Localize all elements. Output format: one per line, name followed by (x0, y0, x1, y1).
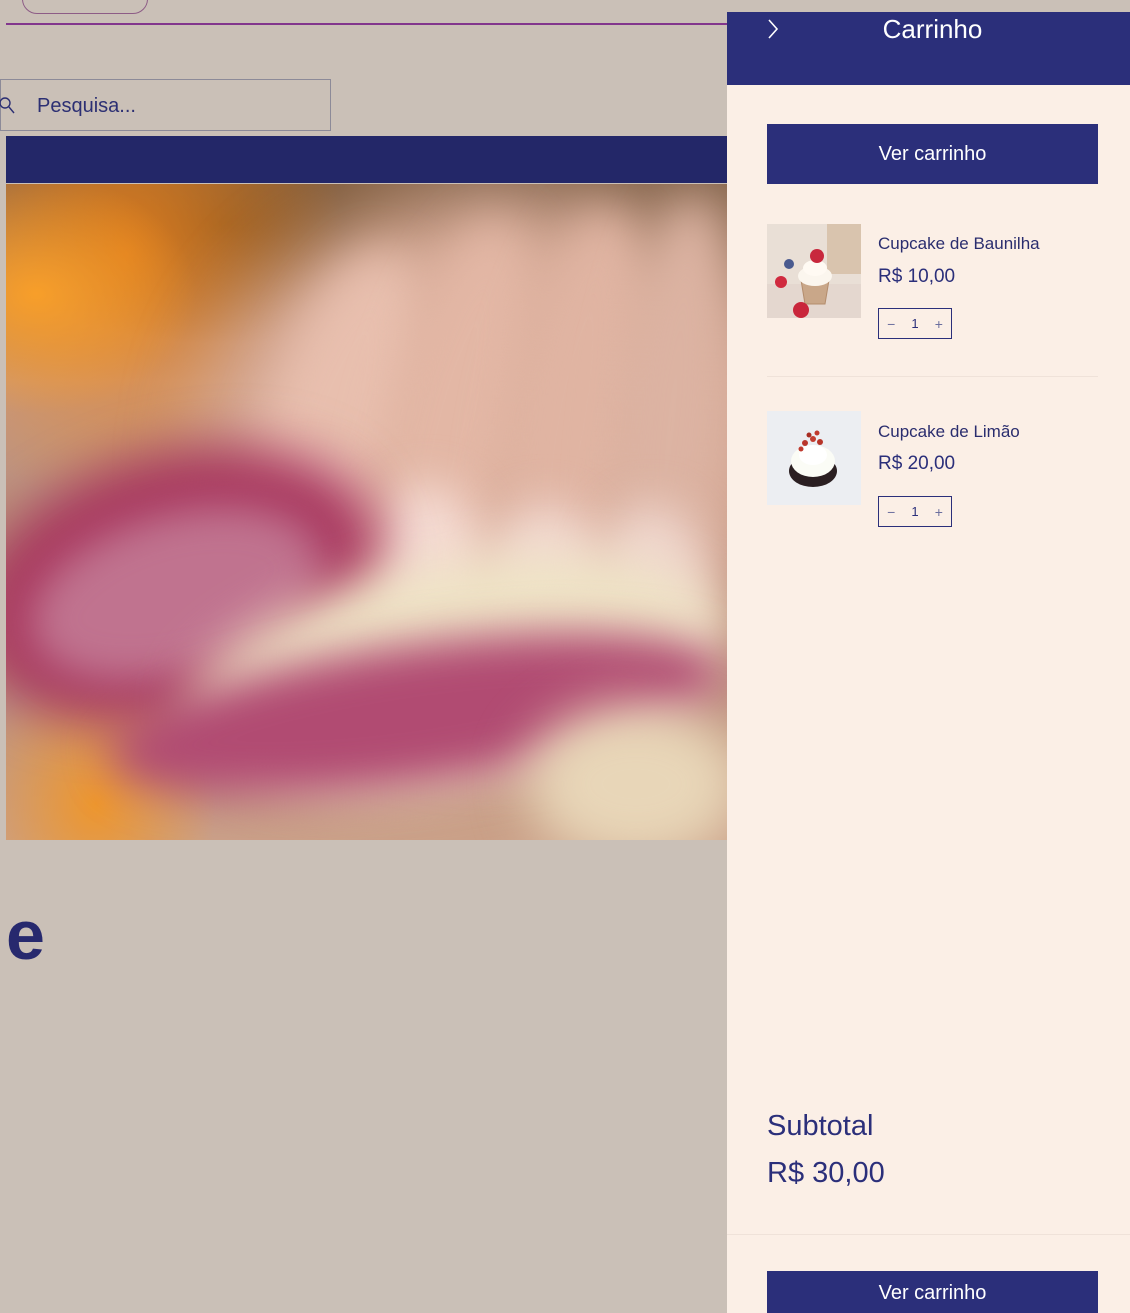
cart-title: Carrinho (882, 14, 983, 44)
footer-divider (727, 1234, 1130, 1235)
header-pill-button[interactable] (22, 0, 148, 14)
header-divider (6, 23, 728, 25)
quantity-value: 1 (911, 504, 919, 519)
cart-item: Cupcake de Limão R$ 20,00 − 1 + (767, 411, 1098, 531)
search-box[interactable] (0, 79, 331, 132)
item-price: R$ 20,00 (878, 453, 956, 474)
subtotal-value: R$ 30,00 (767, 1157, 885, 1189)
hero-image (6, 184, 728, 840)
product-thumbnail[interactable] (767, 411, 861, 505)
cart-item: Cupcake de Baunilha R$ 10,00 − 1 + (767, 224, 1098, 344)
search-input[interactable] (35, 80, 319, 132)
decrement-button[interactable]: − (887, 504, 895, 520)
site-page-background: e (0, 0, 728, 1313)
increment-button[interactable]: + (935, 504, 943, 520)
cupcake-image (767, 411, 861, 505)
cart-header: Carrinho (727, 12, 1130, 85)
increment-button[interactable]: + (935, 316, 943, 332)
quantity-stepper: − 1 + (878, 308, 952, 339)
product-thumbnail[interactable] (767, 224, 861, 318)
view-cart-button-top[interactable]: Ver carrinho (767, 124, 1098, 184)
cupcake-image (767, 224, 861, 318)
search-icon (0, 97, 15, 114)
item-price: R$ 10,00 (878, 266, 956, 287)
main-nav-bar (6, 136, 728, 183)
item-name: Cupcake de Baunilha (878, 234, 1040, 253)
quantity-stepper: − 1 + (878, 496, 952, 527)
item-divider (767, 376, 1098, 377)
view-cart-button-bottom[interactable]: Ver carrinho (767, 1271, 1098, 1313)
subtotal-label: Subtotal (767, 1110, 874, 1142)
page-heading: e (6, 896, 45, 974)
quantity-value: 1 (911, 316, 919, 331)
cart-panel: Carrinho Ver carrinho Cupcake de Baunilh… (727, 12, 1130, 1313)
item-name: Cupcake de Limão (878, 422, 1020, 441)
decrement-button[interactable]: − (887, 316, 895, 332)
